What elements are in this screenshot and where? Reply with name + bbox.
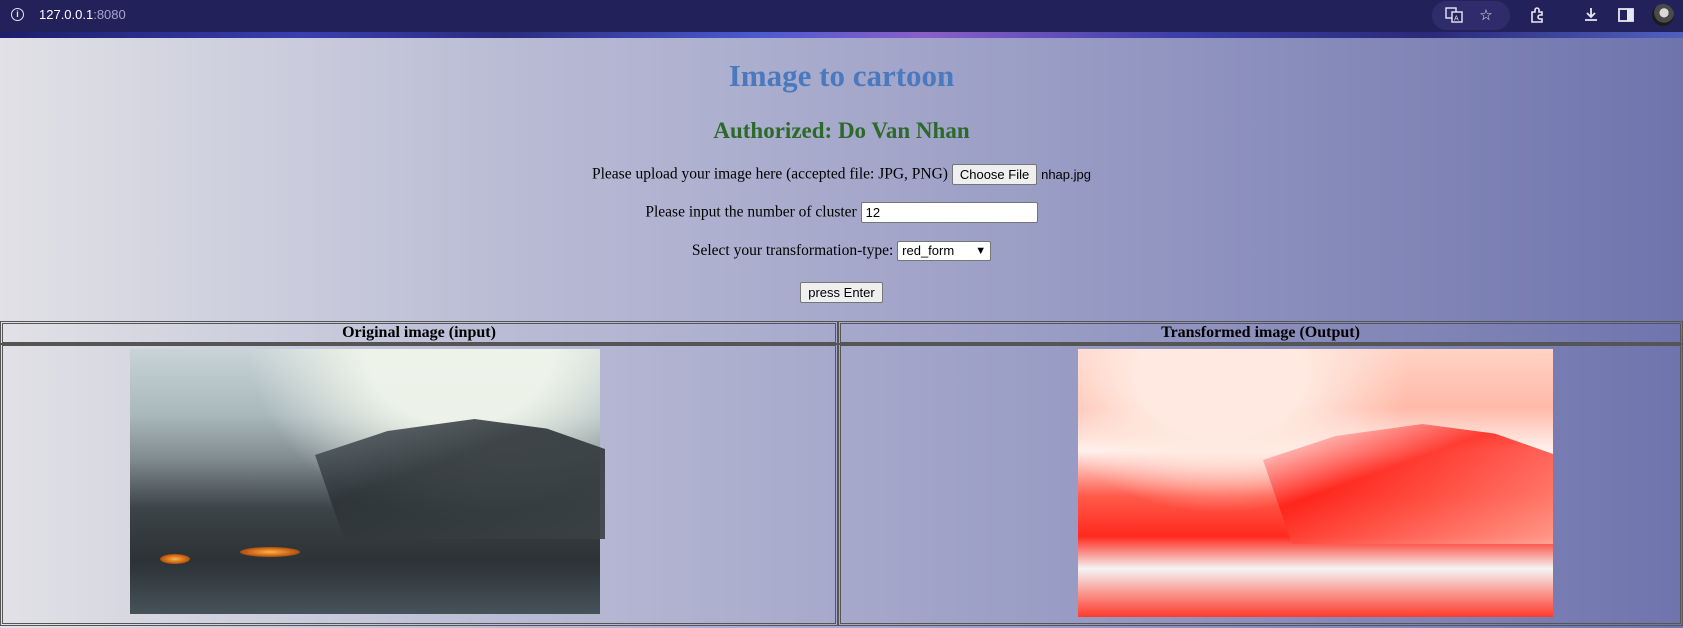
transformation-selected-value: red_form xyxy=(902,243,955,258)
original-image-fire xyxy=(160,554,190,564)
transformed-image-ridge xyxy=(1263,424,1553,544)
svg-text:A: A xyxy=(1454,16,1459,23)
choose-file-button[interactable]: Choose File xyxy=(951,164,1038,185)
original-image-fire xyxy=(240,547,300,557)
upload-label: Please upload your image here (accepted … xyxy=(592,165,948,183)
url-host: 127.0.0.1 xyxy=(39,7,94,22)
chevron-down-icon: ▼ xyxy=(975,245,987,257)
bookmark-star-icon[interactable]: ☆ xyxy=(1476,6,1496,26)
cluster-input[interactable] xyxy=(860,202,1038,223)
browser-toolbar: i 127.0.0.1:8080 A ☆ xyxy=(0,0,1683,32)
url-port: :8080 xyxy=(93,7,126,22)
results-table: Original image (input) Transformed image… xyxy=(0,321,1683,628)
transformed-image xyxy=(1078,349,1553,617)
transform-label: Select your transformation-type: xyxy=(691,242,894,259)
translate-icon[interactable]: A xyxy=(1444,6,1464,26)
output-header-cell: Transformed image (Output) xyxy=(838,321,1683,345)
sidebar-icon[interactable] xyxy=(1616,6,1636,26)
transform-row: Select your transformation-type: red_for… xyxy=(0,241,1683,261)
submit-row: press Enter xyxy=(0,282,1683,303)
page-title: Image to cartoon xyxy=(728,58,955,93)
output-header: Transformed image (Output) xyxy=(1161,324,1360,341)
cluster-row: Please input the number of cluster xyxy=(0,202,1683,223)
extensions-icon[interactable] xyxy=(1528,6,1548,26)
press-enter-button[interactable]: press Enter xyxy=(800,282,883,303)
download-icon[interactable] xyxy=(1581,6,1601,26)
page-body: Image to cartoon Authorized: Do Van Nhan… xyxy=(0,38,1683,628)
site-info-icon[interactable]: i xyxy=(11,8,24,21)
transformation-type-select[interactable]: red_form ▼ xyxy=(897,241,992,261)
author-heading: Authorized: Do Van Nhan xyxy=(713,118,970,143)
selected-file-name: nhap.jpg xyxy=(1041,167,1091,182)
original-image xyxy=(130,349,605,614)
original-image-ridge xyxy=(315,419,605,539)
address-bar[interactable]: 127.0.0.1:8080 xyxy=(39,7,126,22)
cluster-label: Please input the number of cluster xyxy=(645,203,857,221)
input-header-cell: Original image (input) xyxy=(0,321,838,345)
input-header: Original image (input) xyxy=(342,324,496,341)
profile-avatar[interactable] xyxy=(1652,4,1674,26)
upload-row: Please upload your image here (accepted … xyxy=(0,164,1683,185)
